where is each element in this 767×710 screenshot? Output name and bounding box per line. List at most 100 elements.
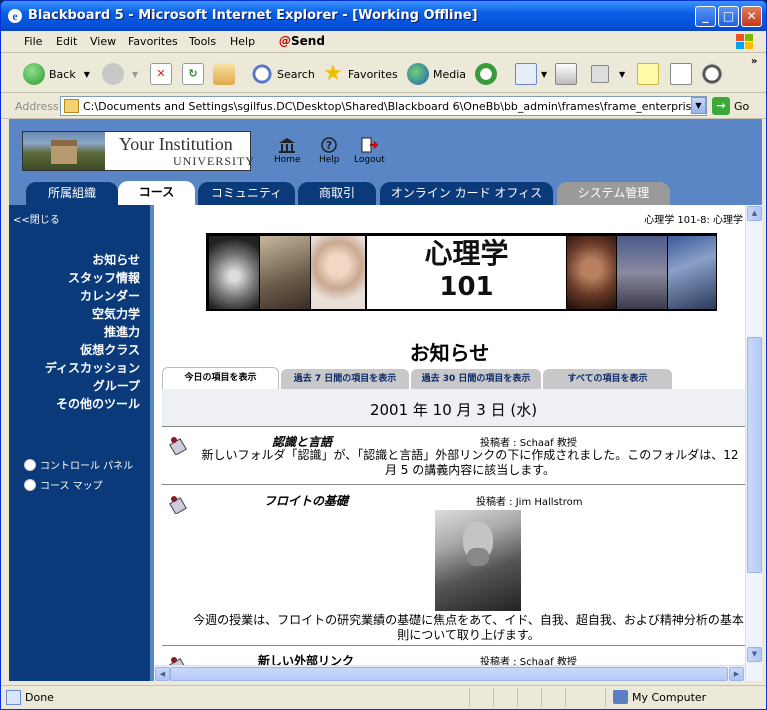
send-button[interactable]: @Send — [279, 34, 325, 48]
institution-logo: Your Institution UNIVERSITY — [22, 131, 254, 171]
scroll-right-button[interactable]: ▶ — [729, 667, 744, 681]
menu-tools[interactable]: Tools — [189, 35, 216, 48]
toolbar-overflow-icon[interactable]: » — [751, 56, 757, 67]
logout-link[interactable]: Logout — [354, 137, 385, 165]
help-question-icon: ? — [321, 137, 338, 153]
stop-button[interactable]: ✕ — [150, 61, 176, 87]
tab-past-30-days[interactable]: 過去 30 日間の項目を表示 — [411, 369, 541, 389]
announcement-item: 認識と言語 投稿者 : Schaaf 教授 新しいフォルダ「認識」が、「認識と言… — [162, 427, 745, 485]
breadcrumb: 心理学 101-8: 心理学 — [644, 215, 743, 226]
edit-button[interactable]: ▼ — [591, 61, 625, 87]
control-panel-link[interactable]: コントロール パネル — [24, 457, 133, 472]
back-dropdown-icon[interactable]: ▼ — [84, 70, 90, 79]
go-button[interactable]: → Go — [712, 97, 749, 115]
nav-propulsion[interactable]: 推進力 — [104, 323, 140, 340]
maximize-button[interactable]: □ — [718, 6, 739, 27]
nav-aerodynamics[interactable]: 空気力学 — [92, 305, 140, 322]
refresh-button[interactable]: ↻ — [182, 61, 208, 87]
home-button[interactable] — [213, 61, 239, 87]
history-button[interactable] — [475, 61, 501, 87]
scroll-left-button[interactable]: ◀ — [155, 667, 170, 681]
back-label: Back — [49, 67, 76, 81]
menu-help[interactable]: Help — [230, 35, 255, 48]
seated-person-photo — [617, 236, 667, 309]
note-icon — [637, 63, 659, 85]
home-label: Home — [274, 155, 301, 165]
menu-edit[interactable]: Edit — [56, 35, 77, 48]
send-logo-icon: @ — [279, 34, 291, 48]
announcement-poster: 投稿者 : Schaaf 教授 — [480, 438, 577, 449]
forward-button[interactable]: ▼ — [102, 61, 138, 87]
brain-scan-photo — [209, 236, 259, 309]
favorites-label: Favorites — [348, 67, 398, 81]
messenger-button[interactable] — [670, 61, 696, 87]
scroll-down-button[interactable]: ▼ — [747, 647, 762, 662]
windows-logo-icon — [736, 34, 753, 49]
address-label: Address — [15, 100, 59, 113]
vertical-scroll-thumb[interactable] — [747, 337, 762, 573]
date-header: 2001 年 10 月 3 日 (水) — [162, 389, 745, 427]
search-icon — [251, 63, 273, 85]
mail-dropdown-icon[interactable]: ▼ — [541, 70, 547, 79]
menu-favorites[interactable]: Favorites — [128, 35, 178, 48]
minimize-button[interactable]: _ — [695, 6, 716, 27]
address-url: C:\Documents and Settings\sgilfus.DC\Des… — [83, 100, 707, 113]
help-link[interactable]: ? Help — [319, 137, 340, 165]
browser-window: e Blackboard 5 - Microsoft Internet Expl… — [0, 0, 767, 710]
nav-staff-info[interactable]: スタッフ情報 — [68, 269, 140, 286]
nav-other-tools[interactable]: その他のツール — [56, 395, 140, 412]
scroll-up-button[interactable]: ▲ — [747, 206, 762, 221]
favorites-button[interactable]: ★ Favorites — [322, 61, 398, 87]
tab-today[interactable]: 今日の項目を表示 — [162, 367, 279, 389]
close-button[interactable]: ✕ — [741, 6, 762, 27]
back-button[interactable]: Back ▼ — [23, 61, 90, 87]
tab-past-7-days[interactable]: 過去 7 日間の項目を表示 — [281, 369, 409, 389]
mail-button[interactable]: ▼ — [515, 61, 547, 87]
discuss-button[interactable] — [637, 61, 663, 87]
tab-courses[interactable]: コース — [118, 181, 195, 205]
star-icon: ★ — [323, 61, 343, 86]
tab-community[interactable]: コミュニティ — [198, 182, 295, 205]
nav-virtual-class[interactable]: 仮想クラス — [80, 341, 140, 358]
print-button[interactable] — [555, 61, 581, 87]
nav-calendar[interactable]: カレンダー — [80, 287, 140, 304]
horizontal-scroll-thumb[interactable] — [170, 667, 728, 681]
folder-icon — [64, 99, 79, 113]
tab-institution[interactable]: 所属組織 — [26, 182, 118, 205]
tool-button[interactable] — [701, 61, 727, 87]
edit-icon — [591, 65, 609, 83]
tab-online-card-office[interactable]: オンライン カード オフィス — [380, 182, 553, 205]
nav-groups[interactable]: グループ — [93, 377, 140, 394]
edit-dropdown-icon[interactable]: ▼ — [619, 70, 625, 79]
announcement-poster: 投稿者 : Jim Hallstrom — [476, 497, 583, 508]
home-building-icon — [279, 138, 296, 153]
nav-discussion[interactable]: ディスカッション — [45, 359, 140, 376]
menu-file[interactable]: File — [24, 35, 42, 48]
blackboard-header: Your Institution UNIVERSITY Home ? Help … — [9, 119, 762, 181]
home-link[interactable]: Home — [274, 137, 301, 165]
menu-view[interactable]: View — [90, 35, 116, 48]
main-tabs: 所属組織 コース コミュニティ 商取引 オンライン カード オフィス システム管… — [9, 181, 762, 205]
tab-all-items[interactable]: すべての項目を表示 — [543, 369, 672, 389]
collapse-link[interactable]: <<閉じる — [13, 211, 60, 226]
history-icon — [475, 63, 497, 85]
horizontal-scrollbar[interactable]: ◀ ▶ — [154, 665, 745, 681]
search-label: Search — [277, 67, 315, 81]
address-input[interactable]: C:\Documents and Settings\sgilfus.DC\Des… — [60, 96, 707, 116]
nav-announcements[interactable]: お知らせ — [92, 251, 140, 268]
media-button[interactable]: Media — [407, 61, 466, 87]
forward-dropdown-icon: ▼ — [132, 69, 139, 79]
tab-system-admin[interactable]: システム管理 — [557, 182, 670, 205]
tab-commerce[interactable]: 商取引 — [298, 182, 376, 205]
course-map-link[interactable]: コース マップ — [24, 477, 103, 492]
help-label: Help — [319, 155, 340, 165]
search-button[interactable]: Search — [251, 61, 315, 87]
computer-icon — [613, 690, 628, 704]
address-dropdown-icon[interactable]: ▼ — [691, 97, 706, 114]
course-map-icon — [24, 478, 36, 491]
vertical-scrollbar[interactable]: ▲ ▼ — [745, 205, 762, 681]
announcement-title: フロイトの基礎 — [264, 494, 349, 508]
institution-sub: UNIVERSITY — [173, 154, 255, 168]
title-bar: e Blackboard 5 - Microsoft Internet Expl… — [1, 1, 766, 31]
course-map-label: コース マップ — [40, 481, 103, 492]
